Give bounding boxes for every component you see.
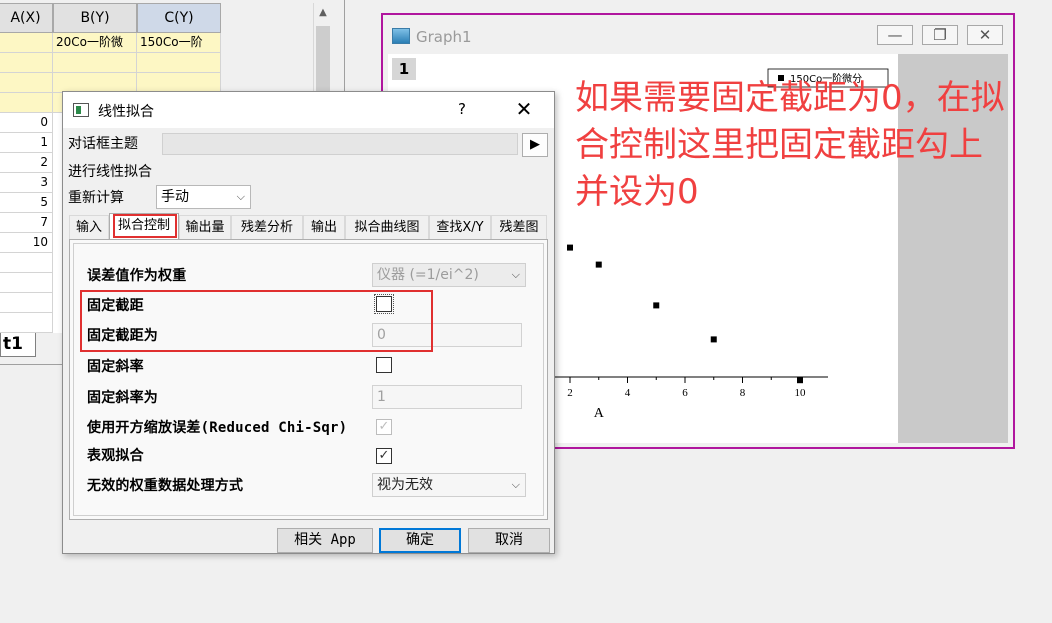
error-weight-select[interactable]: 仪器 (=1/ei^2) ⌵ [372, 263, 526, 287]
cell[interactable] [53, 73, 137, 93]
x-tick-label: 2 [567, 387, 573, 399]
fix-slope-at-label: 固定斜率为 [87, 390, 158, 406]
table-cell[interactable]: 10 [0, 233, 53, 253]
fit-control-panel: 误差值作为权重 仪器 (=1/ei^2) ⌵ 固定截距 固定截距为 0 固定斜率… [73, 243, 544, 516]
invalid-weight-value: 视为无效 [377, 477, 433, 493]
restore-button[interactable]: ❐ [922, 25, 958, 45]
tab-panel: 误差值作为权重 仪器 (=1/ei^2) ⌵ 固定截距 固定截距为 0 固定斜率… [69, 239, 548, 520]
tab-input[interactable]: 输入 [69, 215, 109, 239]
cell[interactable]: 150Co一阶 [137, 33, 221, 53]
apparent-fit-label: 表观拟合 [87, 448, 144, 464]
annotation-line: 合控制这里把固定截距勾上 [575, 125, 983, 165]
table-cell[interactable] [0, 293, 53, 313]
fit-label: 进行线性拟合 [68, 164, 152, 180]
tab-fitted-curves-plot[interactable]: 拟合曲线图 [345, 215, 429, 239]
dialog-app-icon [73, 103, 89, 117]
recalc-label: 重新计算 [68, 190, 124, 206]
x-tick-label: 10 [795, 387, 807, 399]
data-point [710, 336, 717, 343]
cell[interactable] [0, 53, 53, 73]
table-cell[interactable] [0, 273, 53, 293]
column-header-a[interactable]: A(X) [0, 3, 53, 33]
cell[interactable] [0, 33, 53, 53]
table-cell[interactable]: 1 [0, 133, 53, 153]
cell[interactable] [137, 73, 221, 93]
table-cell[interactable]: 2 [0, 153, 53, 173]
cell[interactable] [137, 53, 221, 73]
reduced-chisqr-label: 使用开方缩放误差(Reduced Chi-Sqr) [87, 420, 348, 436]
column-header-b[interactable]: B(Y) [53, 3, 137, 33]
scroll-up-icon[interactable]: ▲ [313, 3, 333, 23]
reduced-chisqr-checkbox[interactable]: ✓ [376, 419, 392, 435]
ok-button[interactable]: 确定 [379, 528, 461, 553]
tab-quantities[interactable]: 输出量 [179, 215, 231, 239]
column-header-c[interactable]: C(Y) [137, 3, 221, 33]
table-cell[interactable]: 7 [0, 213, 53, 233]
help-button[interactable]: ? [458, 100, 466, 118]
apparent-fit-checkbox[interactable]: ✓ [376, 448, 392, 464]
data-point [567, 244, 573, 251]
annotation-text: 如果需要固定截距为0，在拟 合控制这里把固定截距勾上 并设为0 [575, 75, 1050, 216]
theme-field[interactable] [162, 133, 518, 155]
tab-output[interactable]: 输出 [303, 215, 345, 239]
x-tick-label: 6 [682, 387, 688, 399]
cell[interactable] [0, 73, 53, 93]
invalid-weight-select[interactable]: 视为无效 ⌵ [372, 473, 526, 497]
linear-fit-dialog: 线性拟合 ? ✕ 对话框主题 ▶ 进行线性拟合 重新计算 手动 ⌵ 输入 拟合控… [62, 91, 555, 554]
table-cell[interactable] [0, 313, 53, 333]
annotation-line: 并设为0 [575, 172, 699, 212]
tab-highlight-box [113, 214, 177, 238]
graph-window-title: Graph1 [416, 28, 472, 46]
invalid-weight-label: 无效的权重数据处理方式 [87, 478, 244, 494]
cell[interactable]: 20Co一阶微 [53, 33, 137, 53]
fix-slope-label: 固定斜率 [87, 359, 144, 375]
tab-find-xy[interactable]: 查找X/Y [429, 215, 491, 239]
recalc-select[interactable]: 手动 ⌵ [156, 185, 251, 209]
minimize-button[interactable]: — [877, 25, 913, 45]
tab-residual-plots[interactable]: 残差图 [491, 215, 547, 239]
fix-intercept-highlight-box [80, 290, 433, 352]
tab-residual-analysis[interactable]: 残差分析 [231, 215, 303, 239]
error-weight-value: 仪器 (=1/ei^2) [377, 267, 479, 283]
theme-label: 对话框主题 [68, 136, 138, 152]
data-point [653, 302, 660, 309]
sheet-tab[interactable]: t1 [0, 333, 36, 357]
data-point [797, 377, 803, 384]
chevron-down-icon: ⌵ [511, 268, 520, 281]
x-tick-label: 4 [625, 387, 631, 399]
graph-window-icon [392, 28, 410, 44]
close-button[interactable]: ✕ [967, 25, 1003, 45]
table-cell[interactable]: 5 [0, 193, 53, 213]
dialog-close-button[interactable]: ✕ [512, 96, 536, 122]
table-cell[interactable] [0, 253, 53, 273]
table-cell[interactable]: 0 [0, 113, 53, 133]
chevron-down-icon: ⌵ [511, 478, 520, 491]
x-axis-label: A [594, 406, 605, 421]
fix-slope-checkbox[interactable] [376, 357, 392, 373]
x-tick-label: 8 [740, 387, 746, 399]
cancel-button[interactable]: 取消 [468, 528, 550, 553]
cell[interactable] [0, 93, 53, 113]
recalc-value: 手动 [161, 189, 189, 205]
fix-slope-at-input[interactable]: 1 [372, 385, 522, 409]
table-cell[interactable]: 3 [0, 173, 53, 193]
annotation-line: 如果需要固定截距为0，在拟 [575, 78, 1005, 118]
error-weight-label: 误差值作为权重 [87, 268, 187, 284]
theme-arrow-button[interactable]: ▶ [522, 133, 548, 157]
chevron-down-icon: ⌵ [236, 190, 245, 203]
related-app-button[interactable]: 相关 App [277, 528, 373, 553]
data-point [595, 261, 602, 268]
dialog-title: 线性拟合 [98, 104, 154, 120]
cell[interactable] [53, 53, 137, 73]
